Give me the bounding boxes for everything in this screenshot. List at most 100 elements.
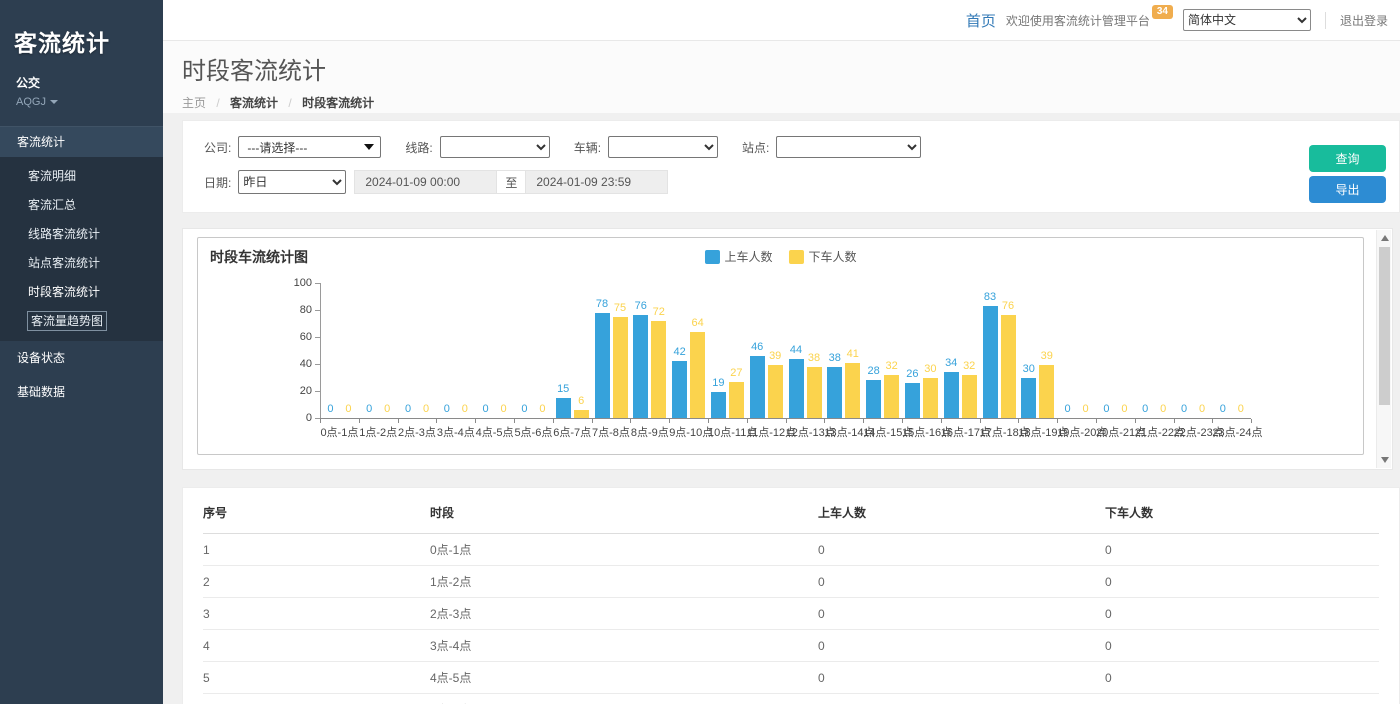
chart-plot: 020406080100000点-1点001点-2点002点-3点003点-4点… <box>198 238 1363 454</box>
hourly-stats-table: 序号 时段 上车人数 下车人数 10点-1点0021点-2点0032点-3点00… <box>203 488 1379 704</box>
table-cell: 0 <box>818 662 1105 694</box>
date-end-input[interactable] <box>525 170 668 194</box>
bar-value-label: 64 <box>681 317 715 329</box>
page-title: 时段客流统计 <box>182 51 1400 86</box>
main-area: 首页 欢迎使用客流统计管理平台 34 简体中文 退出登录 时段客流统计 主页 /… <box>163 0 1400 704</box>
table-cell: 2点-3点 <box>430 598 818 630</box>
welcome-text: 欢迎使用客流统计管理平台 <box>1006 12 1150 29</box>
table-row: 43点-4点00 <box>203 630 1379 662</box>
sidebar-item-base-data[interactable]: 基础数据 <box>0 375 163 409</box>
logout-link[interactable]: 退出登录 <box>1325 12 1388 29</box>
bar-alighting <box>613 317 628 418</box>
bar-value-label: 32 <box>952 360 986 372</box>
station-select[interactable] <box>776 136 921 158</box>
breadcrumb-passenger-stats[interactable]: 客流统计 <box>230 96 278 110</box>
sidebar-subitem[interactable]: 客流汇总 <box>0 190 163 219</box>
company-label: 公司: <box>204 139 231 156</box>
x-tick-mark <box>1174 419 1175 423</box>
bar-boarding <box>944 372 959 418</box>
chart-panel: 时段车流统计图 上车人数下车人数 020406080100000点-1点001点… <box>182 228 1393 470</box>
filter-row-2: 日期: 昨日 至 <box>204 170 1399 194</box>
table-row: 54点-5点00 <box>203 662 1379 694</box>
search-button[interactable]: 查询 <box>1309 145 1386 172</box>
sidebar-subitem[interactable]: 客流明细 <box>0 161 163 190</box>
x-category-label: 18点-19点 <box>1018 424 1057 440</box>
bar-boarding <box>750 356 765 418</box>
date-start-input[interactable] <box>354 170 497 194</box>
sidebar-subitem[interactable]: 线路客流统计 <box>0 219 163 248</box>
x-category-label: 21点-22点 <box>1135 424 1174 440</box>
sidebar-subitem[interactable]: 客流量趋势图 <box>0 306 163 335</box>
date-preset-select[interactable]: 昨日 <box>238 170 346 194</box>
x-category-label: 23点-24点 <box>1212 424 1251 440</box>
table-cell: 1点-2点 <box>430 566 818 598</box>
table-cell: 5 <box>203 662 430 694</box>
x-tick-mark <box>514 419 515 423</box>
bar-value-label: 0 <box>1224 403 1258 415</box>
scroll-up-icon[interactable] <box>1381 235 1389 241</box>
chart-scrollbar[interactable] <box>1376 230 1391 468</box>
x-tick-mark <box>436 419 437 423</box>
breadcrumb-home[interactable]: 主页 <box>182 96 206 110</box>
sidebar-menu: 客流统计 客流明细客流汇总线路客流统计站点客流统计时段客流统计客流量趋势图 设备… <box>0 126 163 409</box>
x-tick-mark <box>980 419 981 423</box>
sidebar-item-device-status[interactable]: 设备状态 <box>0 341 163 375</box>
x-tick-mark <box>475 419 476 423</box>
breadcrumb: 主页 / 客流统计 / 时段客流统计 <box>182 94 1400 111</box>
x-tick-mark <box>669 419 670 423</box>
x-tick-mark <box>863 419 864 423</box>
col-boarding: 上车人数 <box>818 488 1105 534</box>
scroll-down-icon[interactable] <box>1381 457 1389 463</box>
table-cell: 0点-1点 <box>430 534 818 566</box>
bar-boarding <box>905 383 920 418</box>
sidebar-subitem[interactable]: 时段客流统计 <box>0 277 163 306</box>
sidebar-subitem[interactable]: 站点客流统计 <box>0 248 163 277</box>
x-category-label: 12点-13点 <box>786 424 825 440</box>
x-tick-mark <box>941 419 942 423</box>
home-link[interactable]: 首页 <box>966 10 996 31</box>
table-header-row: 序号 时段 上车人数 下车人数 <box>203 488 1379 534</box>
sidebar-item-passenger-stats[interactable]: 客流统计 <box>0 126 163 157</box>
bar-alighting <box>651 321 666 418</box>
x-tick-mark <box>1135 419 1136 423</box>
x-tick-mark <box>786 419 787 423</box>
line-select[interactable] <box>440 136 550 158</box>
table-cell: 0 <box>818 566 1105 598</box>
bar-value-label: 39 <box>1030 350 1064 362</box>
y-tick-mark <box>315 310 320 311</box>
table-row: 65点-6点00 <box>203 694 1379 704</box>
bar-boarding <box>827 367 842 418</box>
table-cell: 2 <box>203 566 430 598</box>
y-tick-mark <box>315 391 320 392</box>
table-cell: 0 <box>1105 534 1379 566</box>
x-tick-mark <box>824 419 825 423</box>
bar-boarding <box>983 306 998 418</box>
x-category-label: 2点-3点 <box>398 424 437 440</box>
org-switcher[interactable]: AQGJ <box>16 96 149 108</box>
org-name: 公交 <box>16 74 149 91</box>
bar-alighting <box>690 332 705 418</box>
export-button[interactable]: 导出 <box>1309 176 1386 203</box>
x-category-label: 11点-12点 <box>747 424 786 440</box>
bar-alighting <box>962 375 977 418</box>
y-tick-label: 60 <box>278 331 312 343</box>
table-cell: 0 <box>1105 662 1379 694</box>
notification-badge[interactable]: 34 <box>1152 5 1173 19</box>
x-category-label: 9点-10点 <box>669 424 708 440</box>
table-cell: 0 <box>1105 566 1379 598</box>
x-category-label: 10点-11点 <box>708 424 747 440</box>
table-cell: 6 <box>203 694 430 704</box>
company-select[interactable]: ---请选择--- <box>238 136 381 158</box>
table-cell: 0 <box>1105 694 1379 704</box>
scrollbar-thumb[interactable] <box>1379 247 1390 405</box>
y-tick-label: 40 <box>278 358 312 370</box>
bar-boarding <box>633 315 648 418</box>
bar-value-label: 0 <box>525 403 559 415</box>
table-cell: 4 <box>203 630 430 662</box>
x-category-label: 16点-17点 <box>941 424 980 440</box>
chart-box: 时段车流统计图 上车人数下车人数 020406080100000点-1点001点… <box>197 237 1364 455</box>
page-header: 时段客流统计 主页 / 客流统计 / 时段客流统计 <box>163 41 1400 113</box>
vehicle-select[interactable] <box>608 136 718 158</box>
language-select[interactable]: 简体中文 <box>1183 9 1311 31</box>
bar-boarding <box>711 392 726 418</box>
